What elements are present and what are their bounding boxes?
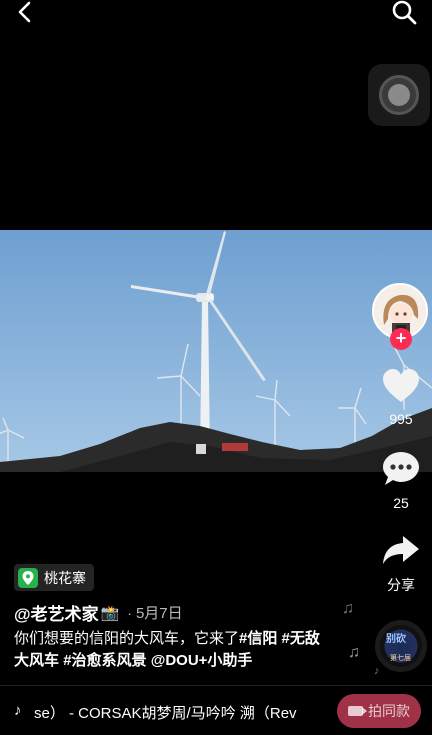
music-note-icon: ♫ [348,644,360,661]
comment-button[interactable]: 25 [372,450,430,511]
caption-text: 你们想要的信阳的大风车，它来了 [14,630,240,647]
share-button[interactable]: 分享 [372,532,430,595]
shoot-same-label: 拍同款 [368,703,410,719]
disc-text: 别砍 [386,634,406,645]
author-avatar-group: + [372,283,430,350]
disc-subtext: 第七届 [390,655,411,662]
search-icon [392,0,417,25]
video-player[interactable] [0,230,432,472]
top-bar [0,0,432,26]
chevron-left-icon [18,1,31,23]
hashtag-link[interactable]: #治愈系风景 [63,652,146,669]
music-icon: ♪ [14,702,22,719]
assistive-ball-icon [379,75,419,115]
video-frame [0,230,432,472]
like-button[interactable]: 995 [372,368,430,427]
comment-count: 25 [393,495,409,511]
camera-emoji-icon: 📸 [100,604,120,622]
music-bar[interactable]: ♪ se） - CORSAK胡梦周/马吟吟 溯（Rev 拍同款 [0,685,432,735]
author-name[interactable]: @老艺术家 [14,600,99,625]
share-label: 分享 [387,577,415,593]
like-count: 995 [389,411,413,427]
follow-button[interactable]: + [390,328,412,350]
share-arrow-icon [383,536,419,564]
author-line: @老艺术家 📸 · 5月7日 [14,600,183,625]
separator-dot: · [127,604,132,621]
video-camera-icon [348,706,363,716]
floating-assistive-ball[interactable] [368,64,430,126]
music-note-icon: ♪ [374,665,380,677]
post-date: 5月7日 [135,605,183,622]
music-note-icon: ♫ [342,600,354,617]
location-pin-icon [18,567,38,588]
heart-icon [383,369,419,402]
back-button[interactable] [12,0,38,26]
hashtag-link[interactable]: #信阳 [239,630,277,647]
mention-link[interactable]: @DOU+小助手 [151,652,253,669]
location-tag[interactable]: 桃花寨 [14,564,94,591]
music-disc[interactable]: 别砍 第七届 [375,620,427,672]
shoot-same-button[interactable]: 拍同款 [337,694,421,728]
music-title[interactable]: se） - CORSAK胡梦周/马吟吟 溯（Rev [34,702,324,723]
search-button[interactable] [390,0,418,26]
location-name: 桃花寨 [44,569,86,586]
comment-icon [383,452,419,485]
video-caption: 你们想要的信阳的大风车，它来了#信阳 #无敌大风车 #治愈系风景 @DOU+小助… [14,628,334,672]
